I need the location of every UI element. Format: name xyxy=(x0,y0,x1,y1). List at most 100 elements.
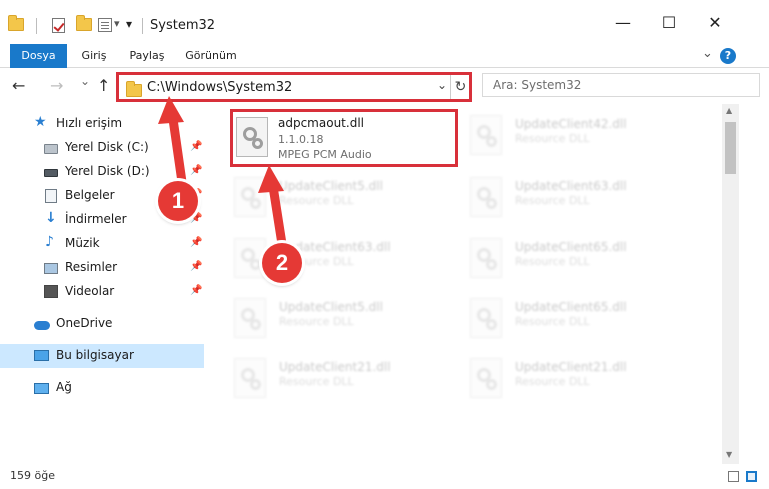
sidebar-item-music[interactable]: ♪ Müzik 📌 xyxy=(0,232,204,256)
tab-home[interactable]: Giriş xyxy=(72,44,116,68)
drive-icon xyxy=(44,144,58,154)
address-dropdown-icon[interactable]: ⌄ xyxy=(437,78,447,92)
window-title: System32 xyxy=(150,18,216,33)
tab-share[interactable]: Paylaş xyxy=(122,44,172,68)
file-tile[interactable]: UpdateClient5.dll Resource DLL xyxy=(214,289,444,345)
file-tile[interactable]: UpdateClient21.dll Resource DLL xyxy=(214,349,444,405)
dll-file-icon xyxy=(470,298,502,338)
file-description: Resource DLL xyxy=(515,315,590,328)
file-description: MPEG PCM Audio xyxy=(278,148,372,161)
scroll-down-icon[interactable]: ▼ xyxy=(726,450,732,459)
properties-icon[interactable] xyxy=(52,18,65,33)
status-bar: 159 öğe xyxy=(0,464,769,489)
sidebar-item-network[interactable]: Ağ xyxy=(0,376,204,400)
vertical-scrollbar[interactable]: ▲ ▼ xyxy=(722,104,739,464)
sidebar-item-label: Müzik xyxy=(65,236,100,250)
computer-icon xyxy=(34,350,49,361)
sidebar-item-label: Videolar xyxy=(65,284,115,298)
sidebar-item-pictures[interactable]: Resimler 📌 xyxy=(0,256,204,280)
forward-icon[interactable]: → xyxy=(50,76,63,95)
sidebar-item-label: Ağ xyxy=(56,380,72,394)
file-tile[interactable]: UpdateClient63.dll Resource DLL xyxy=(214,229,444,285)
sidebar-item-this-pc[interactable]: Bu bilgisayar xyxy=(0,344,204,368)
pin-icon[interactable]: 📌 xyxy=(190,285,202,296)
sidebar-item-label: Yerel Disk (D:) xyxy=(65,164,150,178)
file-name: UpdateClient65.dll xyxy=(515,300,627,314)
search-input[interactable]: Ara: System32 xyxy=(482,73,760,97)
ribbon-expand-icon[interactable]: ⌄ xyxy=(702,46,713,61)
file-name: UpdateClient21.dll xyxy=(279,360,391,374)
scrollbar-thumb[interactable] xyxy=(725,122,736,174)
file-name: UpdateClient63.dll xyxy=(515,179,627,193)
sidebar-item-label: Resimler xyxy=(65,260,118,274)
file-description: Resource DLL xyxy=(515,132,590,145)
up-icon[interactable]: ↑ xyxy=(97,76,110,95)
details-view-icon[interactable] xyxy=(728,471,739,482)
tiles-view-icon[interactable] xyxy=(746,471,757,482)
maximize-button[interactable]: ☐ xyxy=(646,8,692,38)
dll-file-icon xyxy=(234,177,266,217)
pin-icon[interactable]: 📌 xyxy=(190,165,202,176)
file-tile[interactable]: UpdateClient63.dll Resource DLL xyxy=(450,168,680,224)
rename-icon[interactable] xyxy=(98,18,112,32)
close-button[interactable]: ✕ xyxy=(692,8,738,38)
quick-access-customize-icon[interactable]: ▾ xyxy=(126,17,132,31)
pin-icon[interactable]: 📌 xyxy=(190,141,202,152)
file-tile-adpcmaout[interactable]: adpcmaout.dll 1.1.0.18 MPEG PCM Audio xyxy=(230,109,458,167)
address-path[interactable]: C:\Windows\System32 xyxy=(147,80,292,95)
file-tile[interactable]: UpdateClient65.dll Resource DLL xyxy=(450,289,680,345)
dll-file-icon xyxy=(236,117,268,157)
sidebar-item-label: OneDrive xyxy=(56,316,113,330)
star-icon: ★ xyxy=(34,114,47,130)
minimize-button[interactable]: — xyxy=(600,8,646,38)
music-icon: ♪ xyxy=(45,234,54,250)
dll-file-icon xyxy=(234,358,266,398)
tab-file[interactable]: Dosya xyxy=(10,44,67,68)
documents-icon xyxy=(45,189,57,203)
help-icon[interactable]: ? xyxy=(720,48,736,64)
pin-icon[interactable]: 📌 xyxy=(190,237,202,248)
new-folder-icon[interactable] xyxy=(76,15,92,31)
quick-access-dropdown-icon[interactable]: ▾ xyxy=(114,17,120,30)
sidebar-item-local-disk-c[interactable]: Yerel Disk (C:) 📌 xyxy=(0,136,204,160)
search-placeholder: Ara: System32 xyxy=(493,78,582,92)
sidebar-item-quick-access[interactable]: ★ Hızlı erişim xyxy=(0,112,204,136)
title-separator xyxy=(142,18,143,34)
dll-file-icon xyxy=(470,238,502,278)
dll-file-icon xyxy=(470,115,502,155)
file-name: UpdateClient65.dll xyxy=(515,240,627,254)
file-name: UpdateClient5.dll xyxy=(279,300,383,314)
sidebar-item-videos[interactable]: Videolar 📌 xyxy=(0,280,204,304)
tab-view[interactable]: Görünüm xyxy=(180,44,242,68)
file-tile[interactable]: UpdateClient21.dll Resource DLL xyxy=(450,349,680,405)
sidebar-item-label: Hızlı erişim xyxy=(56,116,123,130)
pin-icon[interactable]: 📌 xyxy=(190,261,202,272)
address-bar[interactable]: C:\Windows\System32 ⌄ ↻ xyxy=(116,72,472,102)
sidebar-item-onedrive[interactable]: OneDrive xyxy=(0,312,204,336)
dll-file-icon xyxy=(470,358,502,398)
file-name: UpdateClient21.dll xyxy=(515,360,627,374)
file-description: Resource DLL xyxy=(279,315,354,328)
file-tile[interactable]: UpdateClient5.dll Resource DLL xyxy=(214,168,444,224)
cloud-icon xyxy=(34,321,50,330)
file-name: UpdateClient5.dll xyxy=(279,179,383,193)
file-version: 1.1.0.18 xyxy=(278,133,324,146)
file-name: UpdateClient42.dll xyxy=(515,117,627,131)
recent-locations-icon[interactable]: ⌄ xyxy=(80,74,90,88)
scroll-up-icon[interactable]: ▲ xyxy=(726,106,732,115)
sidebar-item-label: İndirmeler xyxy=(65,212,127,226)
sidebar-item-label: Yerel Disk (C:) xyxy=(65,140,149,154)
back-icon[interactable]: ← xyxy=(12,76,25,95)
file-tile[interactable]: UpdateClient42.dll Resource DLL xyxy=(450,106,680,162)
file-description: Resource DLL xyxy=(515,255,590,268)
refresh-icon[interactable]: ↻ xyxy=(450,75,470,99)
file-description: Resource DLL xyxy=(279,194,354,207)
file-tile[interactable]: UpdateClient65.dll Resource DLL xyxy=(450,229,680,285)
file-description: Resource DLL xyxy=(515,375,590,388)
sidebar-item-label: Bu bilgisayar xyxy=(56,348,134,362)
drive-icon xyxy=(44,169,58,177)
file-description: Resource DLL xyxy=(279,375,354,388)
network-icon xyxy=(34,383,49,394)
title-bar: ▾ ▾ System32 — ☐ ✕ xyxy=(0,0,769,44)
title-separator xyxy=(36,18,37,34)
